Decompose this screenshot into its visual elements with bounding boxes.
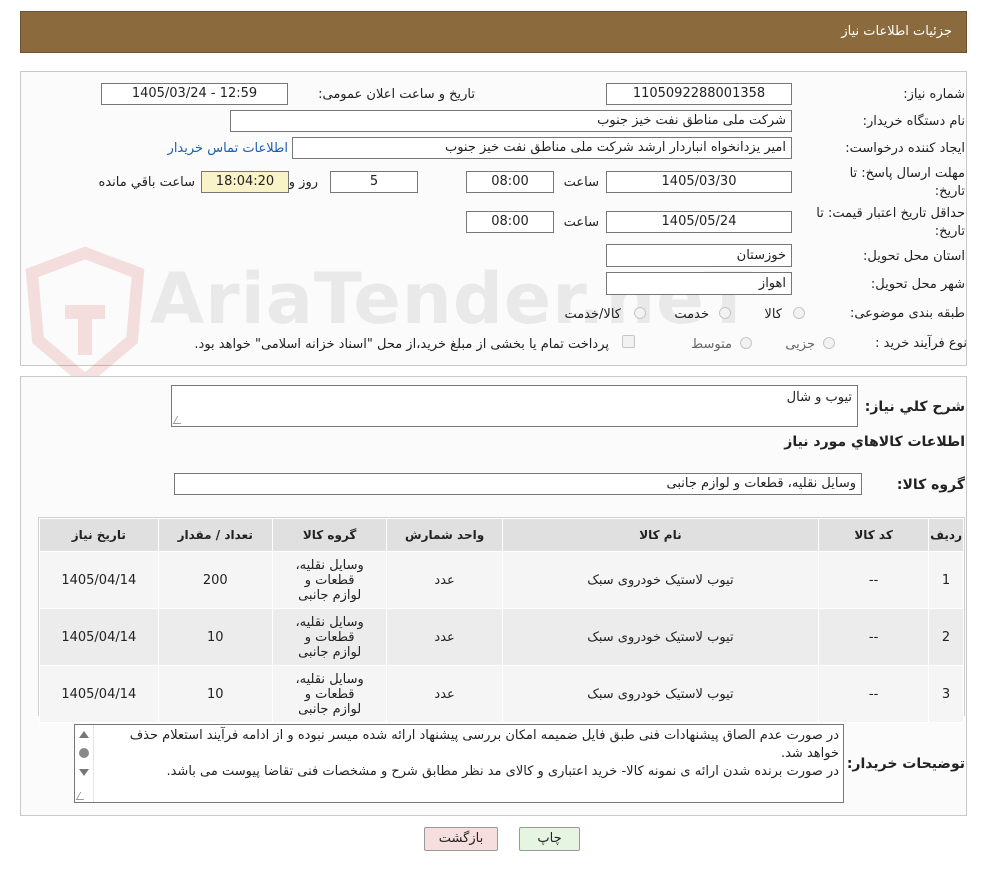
category-goods-service-label: کالا/خدمت	[564, 307, 621, 322]
cell-group: وسایل نقلیه، قطعات و لوازم جانبی	[271, 551, 388, 609]
items-table: رديف کد کالا نام کالا واحد شمارش گروه کا…	[39, 518, 964, 723]
cell-row-number: 3	[928, 665, 964, 723]
cell-need-date: 1405/04/14	[39, 608, 159, 666]
watermark-text: AriaTender.neT	[150, 258, 754, 340]
col-header-quantity: تعداد / مقدار	[157, 518, 273, 552]
city-field: اهواز	[606, 272, 792, 295]
category-label: طبقه بندی موضوعی:	[849, 306, 965, 321]
creator-label: ایجاد کننده درخواست:	[845, 141, 965, 156]
cell-group: وسایل نقلیه، قطعات و لوازم جانبی	[271, 665, 388, 723]
summary-text: تیوب و شال	[786, 390, 852, 405]
remaining-label: ساعت باقي مانده	[98, 175, 195, 190]
cell-row-number: 2	[928, 608, 964, 666]
notes-scrollbar[interactable]	[75, 725, 94, 802]
days-label: روز و	[288, 175, 318, 190]
deadline-time-label: ساعت	[563, 175, 599, 190]
price-time-label: ساعت	[563, 215, 599, 230]
items-table-wrapper: رديف کد کالا نام کالا واحد شمارش گروه کا…	[38, 517, 965, 723]
cell-unit: عدد	[386, 551, 503, 609]
price-date-field: 1405/05/24	[606, 211, 792, 233]
page-title: جزئیات اطلاعات نیاز	[841, 24, 952, 39]
days-field: 5	[330, 171, 418, 193]
deadline-label-date: تاریخ:	[934, 184, 965, 199]
category-service-label: خدمت	[674, 307, 709, 322]
scroll-down-icon[interactable]	[79, 769, 89, 776]
scroll-up-icon[interactable]	[79, 731, 89, 738]
cell-need-date: 1405/04/14	[39, 551, 159, 609]
col-header-need-date: تاریخ نیاز	[39, 518, 159, 552]
buyer-label: نام دستگاه خریدار:	[862, 114, 965, 129]
col-header-item-name: نام کالا	[501, 518, 820, 552]
cell-item-code: --	[818, 665, 930, 723]
process-label: نوع فرآیند خرید :	[875, 336, 967, 351]
creator-field: امیر یزدانخواه انباردار ارشد شرکت ملی من…	[292, 137, 792, 159]
deadline-date-field: 1405/03/30	[606, 171, 792, 193]
page-header: جزئیات اطلاعات نیاز	[20, 11, 967, 53]
cell-item-name: تیوب لاستیک خودروی سبک	[501, 551, 820, 609]
remaining-time-field: 18:04:20	[201, 171, 289, 193]
scroll-thumb[interactable]	[79, 748, 89, 758]
col-header-unit: واحد شمارش	[386, 518, 503, 552]
price-validity-label-date: تاریخ:	[934, 224, 965, 239]
col-header-item-code: کد کالا	[818, 518, 930, 552]
back-button[interactable]: بازگشت	[424, 827, 498, 851]
buyer-notes-field[interactable]: در صورت عدم الصاق پیشنهادات فنی طبق فایل…	[74, 724, 844, 803]
goods-heading: اطلاعات كالاهاي مورد نياز	[784, 434, 965, 450]
table-row: 2 -- تیوب لاستیک خودروی سبک عدد وسایل نق…	[39, 608, 964, 666]
province-field: خوزستان	[606, 244, 792, 267]
cell-quantity: 10	[157, 665, 273, 723]
buyer-contact-link[interactable]: اطلاعات تماس خریدار	[168, 141, 288, 156]
process-medium-radio[interactable]	[740, 337, 752, 349]
category-goods-radio[interactable]	[793, 307, 805, 319]
province-label: استان محل تحویل:	[863, 249, 965, 264]
category-goods-label: کالا	[764, 307, 782, 322]
table-row: 1 -- تیوب لاستیک خودروی سبک عدد وسایل نق…	[39, 551, 964, 609]
treasury-payment-note: پرداخت تمام یا بخشی از مبلغ خرید،از محل …	[194, 337, 609, 352]
need-number-field: 1105092288001358	[606, 83, 792, 105]
cell-row-number: 1	[928, 551, 964, 609]
city-label: شهر محل تحویل:	[870, 277, 965, 292]
process-medium-label: متوسط	[691, 337, 732, 352]
watermark-logo	[25, 246, 145, 388]
price-time-field: 08:00	[466, 211, 554, 233]
buyer-notes-label: توضیحات خریدار:	[846, 756, 965, 772]
resize-handle-icon[interactable]	[172, 416, 186, 424]
deadline-label: مهلت ارسال پاسخ: تا	[849, 166, 965, 181]
table-row: 3 -- تیوب لاستیک خودروی سبک عدد وسایل نق…	[39, 665, 964, 723]
goods-group-field: وسایل نقلیه، قطعات و لوازم جانبی	[174, 473, 862, 495]
goods-group-label: گروه كالا:	[896, 477, 965, 493]
table-header-row: رديف کد کالا نام کالا واحد شمارش گروه کا…	[39, 518, 964, 552]
price-validity-label: حداقل تاریخ اعتبار قیمت: تا	[816, 206, 965, 221]
announce-label: تاریخ و ساعت اعلان عمومی:	[318, 87, 475, 102]
treasury-payment-checkbox[interactable]	[622, 335, 635, 348]
cell-item-code: --	[818, 608, 930, 666]
category-service-radio[interactable]	[719, 307, 731, 319]
summary-label: شرح كلي نياز:	[864, 399, 965, 415]
col-header-group: گروه کالا	[271, 518, 388, 552]
deadline-time-field: 08:00	[466, 171, 554, 193]
category-goods-service-radio[interactable]	[634, 307, 646, 319]
cell-quantity: 10	[157, 608, 273, 666]
cell-need-date: 1405/04/14	[39, 665, 159, 723]
buyer-notes-text: در صورت عدم الصاق پیشنهادات فنی طبق فایل…	[129, 728, 839, 779]
summary-field[interactable]: تیوب و شال	[171, 385, 858, 427]
buyer-field: شرکت ملی مناطق نفت خیز جنوب	[230, 110, 792, 132]
cell-item-name: تیوب لاستیک خودروی سبک	[501, 665, 820, 723]
print-button[interactable]: چاپ	[519, 827, 580, 851]
process-minor-radio[interactable]	[823, 337, 835, 349]
need-number-label: شماره نیاز:	[903, 87, 965, 102]
process-minor-label: جزیی	[785, 337, 815, 352]
cell-item-name: تیوب لاستیک خودروی سبک	[501, 608, 820, 666]
announce-field: 1405/03/24 - 12:59	[101, 83, 288, 105]
cell-unit: عدد	[386, 665, 503, 723]
cell-item-code: --	[818, 551, 930, 609]
cell-quantity: 200	[157, 551, 273, 609]
cell-group: وسایل نقلیه، قطعات و لوازم جانبی	[271, 608, 388, 666]
cell-unit: عدد	[386, 608, 503, 666]
col-header-row-number: رديف	[928, 518, 964, 552]
